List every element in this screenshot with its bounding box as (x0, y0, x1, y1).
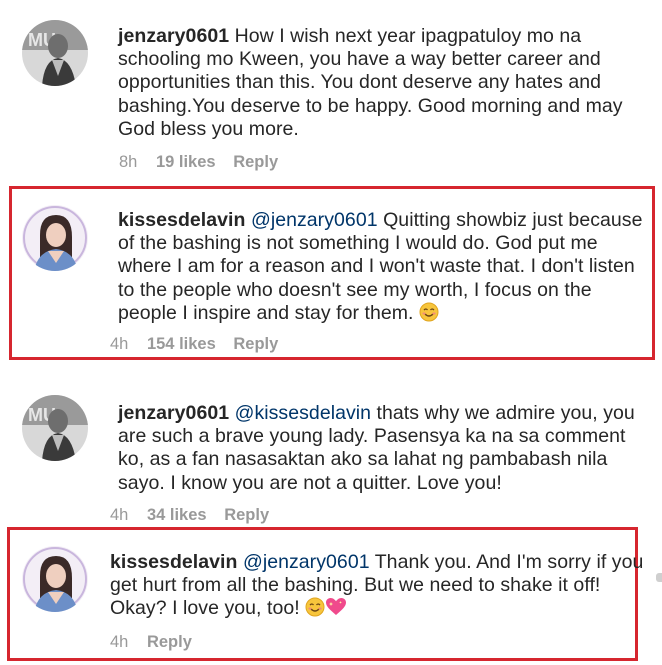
comment-line: people I inspire and stay for them. (118, 301, 419, 324)
comment-line: get hurt from all the bashing. But we ne… (110, 574, 601, 597)
comment-likes[interactable]: 34 likes (147, 506, 207, 525)
comment-time: 4h (110, 335, 129, 353)
comment-time: 4h (110, 506, 129, 524)
comment-text: kissesdelavin @jenzary0601 Thank you. An… (110, 551, 650, 624)
comment-meta: 8h 19 likes Reply (119, 153, 278, 172)
avatar[interactable] (22, 546, 88, 612)
comment-username[interactable]: kissesdelavin (110, 551, 238, 573)
comment-line: sayo. I know you are not a quitter. Love… (118, 471, 502, 494)
comment-line: are such a brave young lady. Pasensya ka… (118, 425, 626, 448)
comment-line: Quitting showbiz just because (377, 209, 643, 231)
comment-line: God bless you more. (118, 117, 299, 140)
smiling-face-emoji (305, 597, 325, 623)
reply-button[interactable]: Reply (233, 335, 278, 354)
comment-line: thats why we admire you, you (371, 402, 635, 424)
comment-line: to the people who doesn't see my worth, … (118, 278, 592, 301)
comment-meta: 4h Reply (110, 633, 192, 652)
comment-likes[interactable]: 19 likes (156, 153, 216, 172)
comment-likes[interactable]: 154 likes (147, 335, 216, 354)
comment-line: Thank you. And I'm sorry if you (369, 551, 644, 573)
comment-line: bashing.You deserve to be happy. Good mo… (118, 94, 623, 117)
sparkling-heart-emoji (325, 597, 347, 623)
comment-text: kissesdelavin @jenzary0601 Quitting show… (118, 209, 658, 328)
comment-mention[interactable]: @jenzary0601 (251, 209, 378, 231)
avatar[interactable]: MU (22, 395, 88, 461)
reply-button[interactable]: Reply (233, 153, 278, 172)
comment-line: where I am for a reason and I won't wast… (118, 255, 635, 278)
comment-username[interactable]: jenzary0601 (118, 402, 229, 424)
reply-button[interactable]: Reply (224, 506, 269, 525)
comment-meta: 4h 154 likes Reply (110, 335, 278, 354)
scroll-indicator (656, 573, 662, 582)
comment-mention[interactable]: @kissesdelavin (235, 402, 371, 424)
comment-line: schooling mo Kween, you have a way bette… (118, 48, 601, 71)
smiling-face-emoji (419, 302, 439, 328)
comment-mention[interactable]: @jenzary0601 (243, 551, 370, 573)
comment-username[interactable]: kissesdelavin (118, 209, 246, 231)
comment-line: opportunities than this. You dont deserv… (118, 71, 602, 94)
comment-line: How I wish next year ipagpatuloy mo na (229, 25, 582, 47)
avatar[interactable] (22, 205, 88, 271)
comment-line: Okay? I love you, too! (110, 597, 306, 620)
comment-line: of the bashing is not something I would … (118, 232, 598, 255)
comment-username[interactable]: jenzary0601 (118, 25, 229, 47)
reply-button[interactable]: Reply (147, 633, 192, 652)
comment-text: jenzary0601 How I wish next year ipagpat… (118, 25, 658, 141)
comment-time: 8h (119, 153, 138, 171)
comment-text: jenzary0601 @kissesdelavin thats why we … (118, 402, 658, 495)
comment-meta: 4h 34 likes Reply (110, 506, 269, 525)
avatar[interactable]: MU (22, 20, 88, 86)
comment-line: ko, as a fan nasasaktan ako sa lahat ng … (118, 448, 608, 471)
comment-time: 4h (110, 633, 129, 651)
